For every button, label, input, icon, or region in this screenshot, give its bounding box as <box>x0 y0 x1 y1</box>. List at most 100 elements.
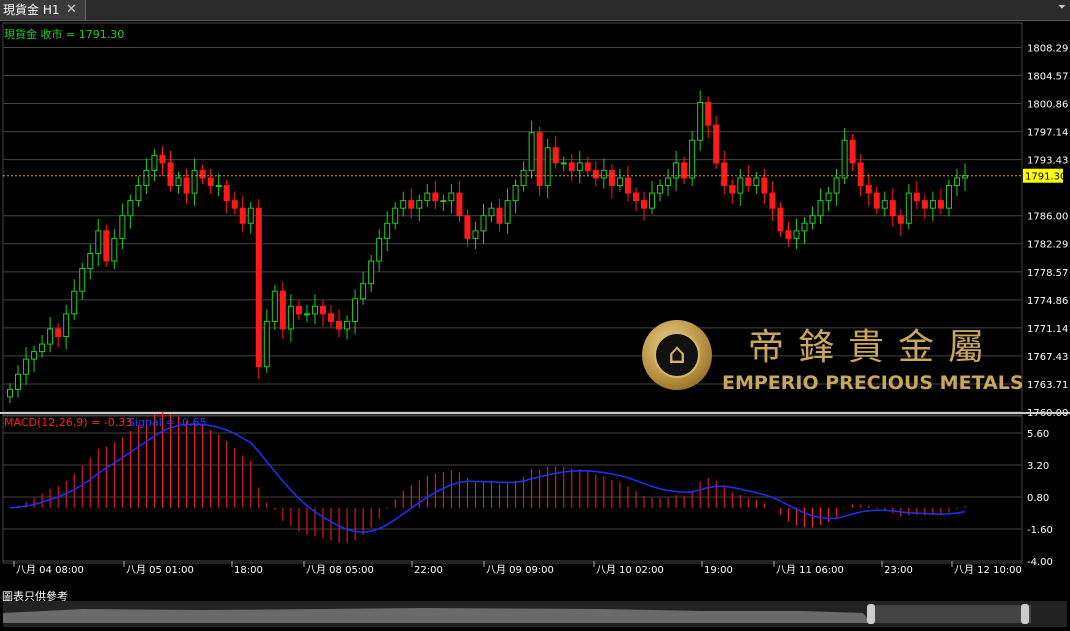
scrollbar-right-handle[interactable] <box>1021 604 1029 624</box>
candle-body <box>7 388 13 398</box>
candle-body <box>721 162 728 187</box>
chart-scrollbar[interactable] <box>3 601 1067 627</box>
scrollbar-thumb[interactable] <box>871 605 1031 623</box>
candle-body <box>295 305 302 315</box>
candle-body <box>729 185 736 194</box>
candle-body <box>135 185 142 202</box>
price-panel-label: 現貨金 收市 = 1791.30 <box>4 27 124 41</box>
candle-body <box>560 162 567 165</box>
watermark-logo: ⌂ 帝鋒貴金屬 EMPERIO PRECIOUS METALS <box>642 320 1024 400</box>
candle-body <box>857 162 864 187</box>
candle-body <box>15 373 22 390</box>
candle-body <box>215 185 222 188</box>
candle-body <box>608 169 615 187</box>
price-axis-tick: 1778.57 <box>1027 268 1068 279</box>
candle-body <box>568 162 575 171</box>
time-axis-label: 八月 08 05:00 <box>306 564 374 576</box>
macd-axis-tick: 0.80 <box>1027 493 1049 504</box>
candle-body <box>841 139 848 179</box>
time-axis-label: 八月 12 10:00 <box>954 564 1022 576</box>
candle-body <box>512 185 519 202</box>
candle-body <box>255 207 262 368</box>
candle-body <box>496 207 503 224</box>
candle-body <box>640 200 647 209</box>
candle-body <box>825 192 832 202</box>
candle-body <box>328 313 335 322</box>
candle-body <box>247 207 254 224</box>
time-axis-label: 八月 10 02:00 <box>596 564 664 576</box>
candle-body <box>632 192 639 202</box>
candle-body <box>432 192 439 202</box>
candle-body <box>319 305 326 315</box>
macd-panel-frame <box>2 414 1023 564</box>
candle-body <box>39 343 46 353</box>
candle-body <box>151 154 158 171</box>
candle-body <box>119 215 126 239</box>
candle-body <box>376 237 383 262</box>
candle-body <box>424 192 431 202</box>
scrollbar-left-handle[interactable] <box>867 604 875 624</box>
time-axis-label: 八月 05 01:00 <box>126 564 194 576</box>
candle-body <box>488 207 495 217</box>
candle-body <box>801 222 808 232</box>
dropdown-arrow-icon[interactable]: ⏷ <box>1058 2 1066 13</box>
candle-body <box>865 185 872 194</box>
candle-body <box>528 132 535 171</box>
candle-body <box>552 147 559 164</box>
candle-body <box>223 185 230 202</box>
time-axis-label: 22:00 <box>414 565 443 576</box>
candle-body <box>207 177 214 187</box>
signal-label: Signal = -0.65 <box>128 416 206 429</box>
candle-body <box>504 200 511 224</box>
time-axis-label: 八月 11 06:00 <box>776 564 844 576</box>
candle-body <box>71 290 78 315</box>
macd-signal-line <box>9 423 966 533</box>
candle-body <box>520 169 527 187</box>
candle-body <box>400 200 407 209</box>
candle-body <box>31 351 38 360</box>
candle-body <box>753 177 760 187</box>
candle-body <box>95 230 102 254</box>
candle-body <box>183 177 190 194</box>
candle-body <box>143 169 150 187</box>
candle-body <box>47 328 54 345</box>
candle-body <box>600 169 607 179</box>
time-axis-label: 23:00 <box>884 565 913 576</box>
candle-body <box>271 290 278 322</box>
macd-axis-tick: 3.20 <box>1027 461 1049 472</box>
close-icon[interactable]: ✕ <box>66 0 77 20</box>
time-axis-label: 18:00 <box>234 565 263 576</box>
candle-body <box>584 162 591 171</box>
candle-body <box>705 101 712 126</box>
candle-body <box>87 252 94 270</box>
scrollbar-svg[interactable] <box>3 601 1067 627</box>
candle-body <box>953 177 960 187</box>
candle-body <box>913 192 920 202</box>
price-axis-tick: 1774.86 <box>1027 296 1068 307</box>
candle-body <box>897 215 904 224</box>
logo-emblem-icon: ⌂ <box>642 320 712 390</box>
candle-body <box>279 290 286 330</box>
candle-body <box>689 139 696 179</box>
candle-body <box>472 230 479 239</box>
candle-body <box>937 200 944 209</box>
candle-body <box>199 169 206 179</box>
candle-body <box>336 320 343 330</box>
candle-body <box>63 313 70 338</box>
candle-body <box>665 177 672 187</box>
candle-body <box>368 260 375 285</box>
candle-body <box>103 230 110 262</box>
candle-body <box>921 200 928 209</box>
candle-body <box>945 185 952 209</box>
candle-body <box>929 200 936 209</box>
candle-body <box>23 358 30 375</box>
candle-body <box>440 200 447 203</box>
price-axis-tick: 1797.14 <box>1027 128 1068 139</box>
price-axis-tick: 1782.29 <box>1027 240 1068 251</box>
candle-body <box>127 200 134 217</box>
candle-body <box>79 268 86 292</box>
candle-body <box>737 177 744 194</box>
macd-axis-tick: -1.60 <box>1027 525 1053 536</box>
tab-title: 現貨金 H1 <box>3 3 60 17</box>
tab-spot-gold-h1[interactable]: 現貨金 H1 ✕ <box>0 0 86 20</box>
